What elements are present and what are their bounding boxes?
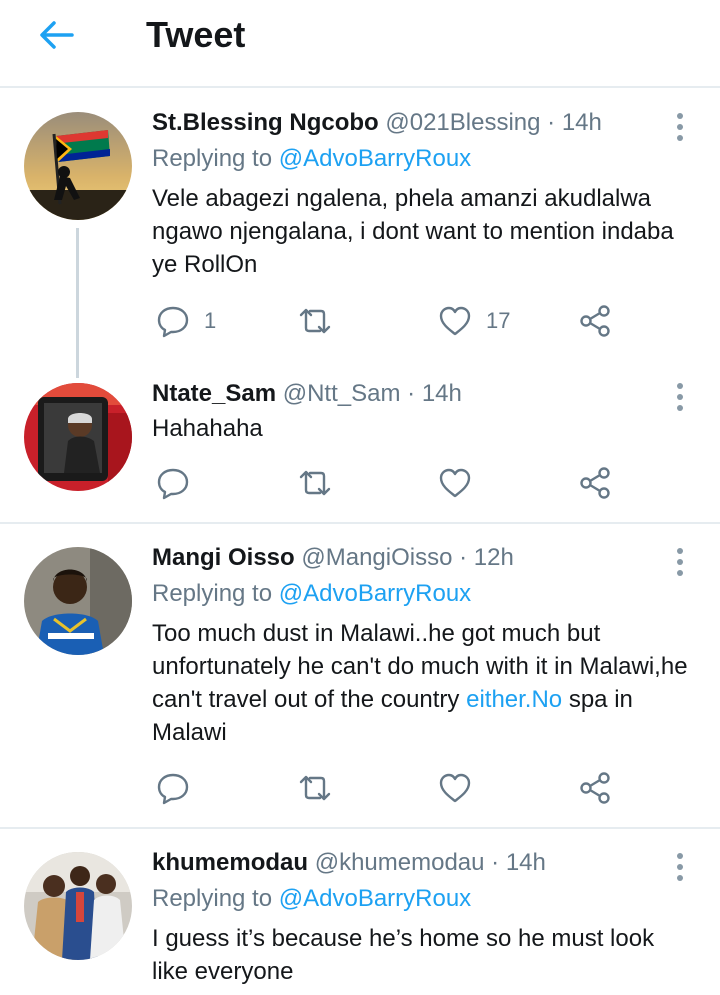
share-icon <box>580 305 610 337</box>
replying-to-line: Replying to @AdvoBarryRoux <box>152 145 471 173</box>
divider <box>0 827 720 829</box>
user-name[interactable]: St.Blessing Ngcobo <box>152 109 379 136</box>
timestamp: 12h <box>473 544 514 571</box>
tweet-text: Hahahaha <box>152 415 263 442</box>
more-options-icon[interactable] <box>670 850 690 884</box>
retweet-icon <box>299 308 331 334</box>
reply-count: 1 <box>204 308 217 333</box>
timestamp: 14h <box>421 380 462 407</box>
more-options-icon[interactable] <box>670 110 690 144</box>
separator-dot: · <box>407 380 416 407</box>
separator-dot: · <box>491 849 500 876</box>
reply-button[interactable]: 1 <box>156 303 216 339</box>
retweet-button[interactable] <box>298 465 332 501</box>
timestamp: 14h <box>505 849 546 876</box>
like-button[interactable] <box>438 465 472 501</box>
more-options-icon[interactable] <box>670 380 690 414</box>
replying-to-line: Replying to @AdvoBarryRoux <box>152 580 471 608</box>
top-app-bar: Tweet <box>0 0 720 88</box>
share-button[interactable] <box>578 465 612 501</box>
share-icon <box>580 772 610 804</box>
replying-to-label: Replying to <box>152 885 273 912</box>
share-icon <box>580 467 610 499</box>
reply-button[interactable] <box>156 770 190 806</box>
tweet-meta: khumemodau @khumemodau · 14h <box>152 849 546 877</box>
heart-icon <box>439 306 471 336</box>
replying-to-label: Replying to <box>152 145 273 172</box>
tweet-text: Too much dust in Malawi..he got much but… <box>152 617 692 749</box>
user-name[interactable]: khumemodau <box>152 849 308 876</box>
user-handle[interactable]: @021Blessing <box>385 109 540 136</box>
user-name[interactable]: Ntate_Sam <box>152 380 276 407</box>
user-handle[interactable]: @MangiOisso <box>301 544 452 571</box>
user-name[interactable]: Mangi Oisso <box>152 544 295 571</box>
retweet-icon <box>299 775 331 801</box>
avatar[interactable] <box>24 547 132 655</box>
replying-to-label: Replying to <box>152 580 273 607</box>
timestamp: 14h <box>561 109 602 136</box>
separator-dot: · <box>459 544 468 571</box>
mention-link[interactable]: @AdvoBarryRoux <box>279 885 471 912</box>
reply-icon <box>157 468 189 500</box>
like-button[interactable]: 17 <box>438 303 510 339</box>
like-count: 17 <box>486 308 511 333</box>
arrow-left-icon <box>40 21 74 49</box>
user-handle[interactable]: @Ntt_Sam <box>283 380 401 407</box>
more-options-icon[interactable] <box>670 545 690 579</box>
share-button[interactable] <box>578 770 612 806</box>
tweet-meta: Ntate_Sam @Ntt_Sam · 14h <box>152 380 462 408</box>
tweet-text: I guess it’s because he’s home so he mus… <box>152 925 655 985</box>
mention-link[interactable]: @AdvoBarryRoux <box>279 580 471 607</box>
tweet-meta: Mangi Oisso @MangiOisso · 12h <box>152 544 514 572</box>
tweet-meta: St.Blessing Ngcobo @021Blessing · 14h <box>152 109 602 137</box>
share-button[interactable] <box>578 303 612 339</box>
retweet-button[interactable] <box>298 303 332 339</box>
page-title: Tweet <box>146 14 246 55</box>
mention-link[interactable]: @AdvoBarryRoux <box>279 145 471 172</box>
separator-dot: · <box>547 109 556 136</box>
heart-icon <box>439 468 471 498</box>
tweet-text: Vele abagezi ngalena, phela amanzi akudl… <box>152 185 674 278</box>
retweet-button[interactable] <box>298 770 332 806</box>
reply-button[interactable] <box>156 465 190 501</box>
user-handle[interactable]: @khumemodau <box>315 849 485 876</box>
heart-icon <box>439 773 471 803</box>
avatar[interactable] <box>24 112 132 220</box>
reply-icon <box>157 306 189 338</box>
avatar[interactable] <box>24 852 132 960</box>
avatar[interactable] <box>24 383 132 491</box>
like-button[interactable] <box>438 770 472 806</box>
tweet-link[interactable]: either.No <box>466 686 562 713</box>
reply-icon <box>157 773 189 805</box>
divider <box>0 522 720 524</box>
retweet-icon <box>299 470 331 496</box>
thread-connector-line <box>76 228 79 378</box>
back-button[interactable] <box>36 14 78 56</box>
replying-to-line: Replying to @AdvoBarryRoux <box>152 885 471 913</box>
